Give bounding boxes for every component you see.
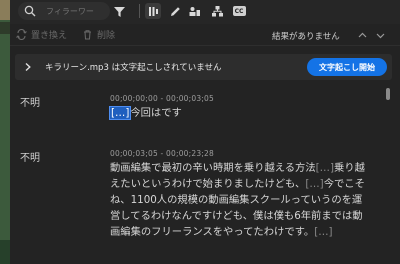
chevron-right-icon[interactable]: [23, 62, 33, 72]
app-root: CC 置き換え 削除 結果がありません キラリーン.mp3 は文字起こしされてい…: [0, 0, 400, 264]
segment-text[interactable]: […]今回はです: [108, 105, 385, 121]
filter-icon[interactable]: [111, 3, 127, 19]
search-icon: [24, 2, 36, 21]
pause-marker[interactable]: […]: [316, 162, 334, 174]
segment-text[interactable]: 動画編集で最初の辛い時期を乗り越える方法[…]乗り越 えたいというわけで始まりまし…: [110, 160, 385, 240]
transcription-banner: キラリーン.mp3 は文字起こしされていません 文字起こし開始: [15, 54, 392, 80]
transcript-line: […]今回はです: [108, 105, 385, 121]
action-bar: 置き換え 削除 結果がありません: [10, 24, 400, 46]
transcript-line: 画編集のフリーランスをやってたわけです。[…]: [110, 224, 385, 240]
transcript-line: 動画編集で最初の辛い時期を乗り越える方法[…]乗り越: [110, 160, 385, 176]
cc-label: CC: [232, 6, 246, 16]
transcript-word-run[interactable]: 今回はです: [130, 107, 181, 119]
toolbar: CC: [10, 0, 400, 24]
chevron-down-icon: [376, 33, 384, 38]
transcript-line: えたいというわけで始まりましたけども、[…]今でこそ: [110, 176, 385, 192]
caption-icon[interactable]: [145, 3, 161, 19]
replace-icon: [16, 29, 27, 40]
replace-button[interactable]: 置き換え: [16, 28, 67, 41]
transcript-line: ね、1100人の規模の動画編集スクールっていうのを運: [110, 192, 385, 208]
hierarchy-icon[interactable]: [209, 3, 225, 19]
pause-marker[interactable]: […]: [305, 178, 323, 190]
transcript-word-run[interactable]: 今でこそ: [324, 178, 365, 190]
transcript-segment[interactable]: 不明 00;00;00;00 - 00;00;03;05 […]今回はです: [10, 94, 385, 124]
next-result-button[interactable]: [374, 29, 386, 41]
transcript-word-run[interactable]: 画編集のフリーランスをやってたわけです。: [110, 226, 314, 238]
pencil-icon[interactable]: [167, 3, 183, 19]
transcript-segment[interactable]: 不明 00;00;03;05 - 00;00;23;28 動画編集で最初の辛い時…: [10, 149, 385, 249]
replace-label: 置き換え: [31, 31, 68, 41]
transcript-line: 営してるわけなんですけども、僕は僕も6年前までは動: [110, 208, 385, 224]
segment-timestamp: 00;00;03;05 - 00;00;23;28: [110, 149, 214, 158]
transcript-word-run[interactable]: 営してるわけなんですけども、僕は僕も6年前までは動: [110, 210, 363, 222]
speaker-label[interactable]: 不明: [20, 149, 40, 164]
transcript-word-run[interactable]: 乗り越: [334, 162, 365, 174]
toolbar-divider: [139, 4, 140, 18]
trash-icon: [84, 30, 91, 40]
banner-message: キラリーン.mp3 は文字起こしされていません: [45, 63, 222, 73]
search-input[interactable]: [46, 6, 106, 16]
search-results-status: 結果がありません: [272, 32, 340, 42]
chevron-up-icon: [358, 32, 366, 37]
background-strip: [0, 0, 10, 264]
delete-label: 削除: [97, 31, 116, 41]
segment-timestamp: 00;00;00;00 - 00;00;03;05: [110, 94, 214, 103]
search-box[interactable]: [18, 2, 110, 20]
transcript-word-run[interactable]: ね、1100人の規模の動画編集スクールっていうのを運: [110, 194, 362, 206]
transcript-word-run[interactable]: 動画編集で最初の辛い時期を乗り越える方法: [110, 162, 316, 174]
background-strip-bottom: [0, 240, 10, 264]
scrollbar-thumb[interactable]: [386, 88, 390, 100]
pause-marker[interactable]: […]: [314, 226, 332, 238]
cc-icon[interactable]: CC: [231, 3, 247, 19]
selected-pause-marker[interactable]: […]: [108, 106, 132, 120]
previous-result-button[interactable]: [356, 29, 368, 41]
background-strip-mid: [0, 22, 10, 34]
speaker-label[interactable]: 不明: [20, 94, 40, 109]
start-transcription-button[interactable]: 文字起こし開始: [307, 58, 387, 76]
speaker-block-icon[interactable]: [186, 3, 202, 19]
delete-button[interactable]: 削除: [82, 28, 115, 41]
text-panel: CC 置き換え 削除 結果がありません キラリーン.mp3 は文字起こしされてい…: [10, 0, 400, 264]
transcript-word-run[interactable]: えたいというわけで始まりましたけども、: [110, 178, 305, 190]
background-strip-top: [0, 0, 10, 20]
